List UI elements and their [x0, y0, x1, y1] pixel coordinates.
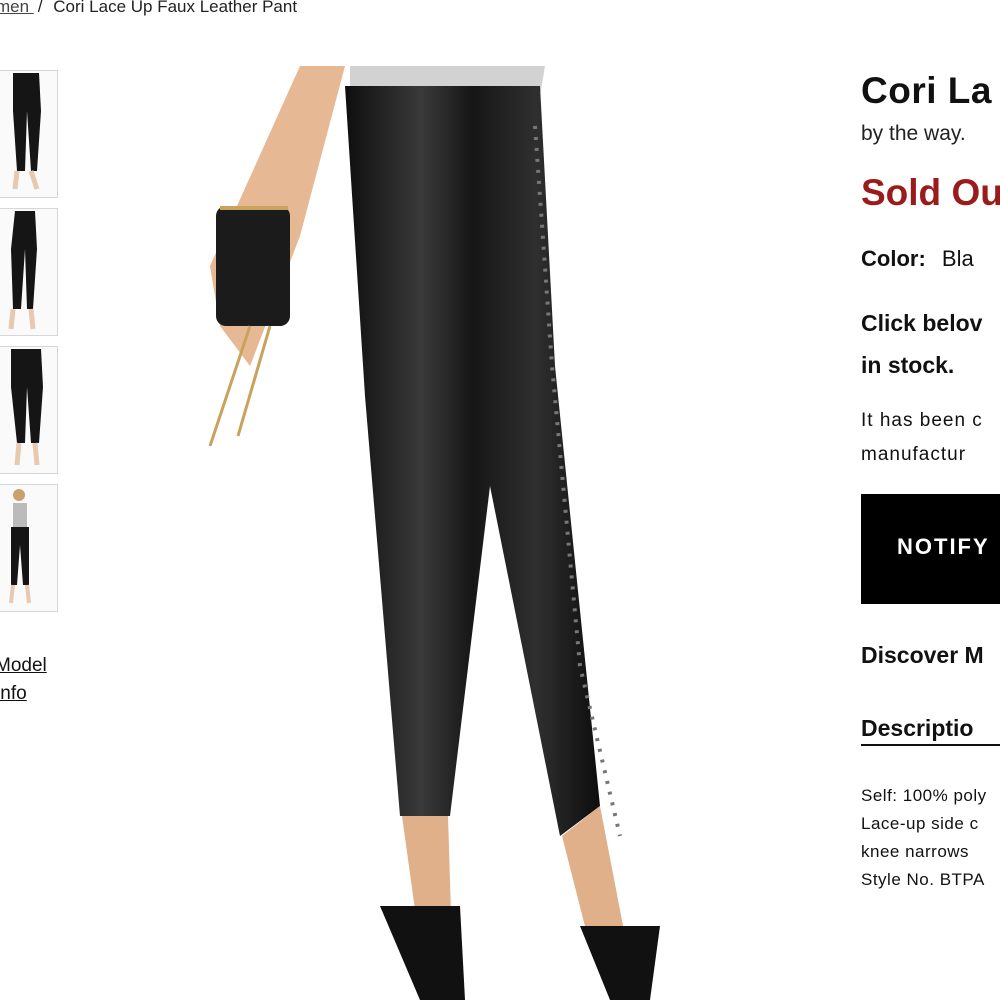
description-line: knee narrows	[861, 842, 970, 861]
stock-prompt: Click belov in stock.	[861, 302, 1000, 386]
color-selection: Color: Bla	[861, 246, 1000, 272]
breadcrumb: men / Cori Lace Up Faux Leather Pant	[0, 0, 297, 17]
pant-front-thumb-image	[12, 73, 41, 190]
tab-description[interactable]: Descriptio	[861, 715, 1000, 746]
model-info-line1[interactable]: Model	[0, 652, 47, 680]
description-line: Lace-up side c	[861, 814, 979, 833]
thumbnail-gallery	[0, 70, 60, 622]
product-details-panel: Cori La by the way. Sold Ou Color: Bla C…	[861, 70, 1000, 894]
breadcrumb-separator: /	[37, 0, 43, 16]
product-title: Cori La	[861, 70, 992, 111]
brand-name[interactable]: by the way.	[861, 122, 1000, 146]
description-text: Self: 100% poly Lace-up side c knee narr…	[861, 782, 1000, 894]
thumbnail-side[interactable]	[0, 208, 58, 336]
notice-line2: manufactur	[861, 444, 967, 465]
color-label: Color:	[861, 246, 926, 271]
model-info-line2[interactable]: Info	[0, 680, 47, 708]
model-full-thumb-image	[9, 489, 31, 604]
pant-side-thumb-image	[8, 211, 37, 330]
sold-out-status: Sold Ou	[861, 172, 1000, 213]
thumbnail-full-length[interactable]	[0, 484, 58, 612]
description-line: Style No. BTPA	[861, 870, 985, 889]
main-product-image[interactable]	[180, 66, 700, 1000]
notify-me-button[interactable]: NOTIFY	[861, 494, 1000, 604]
pant-back-thumb-image	[11, 349, 43, 466]
thumbnail-back[interactable]	[0, 346, 58, 474]
color-value: Bla	[941, 246, 974, 271]
discontinued-notice: It has been c manufactur	[861, 404, 1000, 472]
description-line: Self: 100% poly	[861, 786, 987, 805]
breadcrumb-parent-link[interactable]: men	[0, 0, 34, 16]
breadcrumb-current: Cori Lace Up Faux Leather Pant	[53, 0, 298, 16]
faux-leather-pant-image	[208, 66, 660, 1000]
notice-line1: It has been c	[861, 410, 983, 431]
model-info-link[interactable]: Model Info	[0, 652, 47, 708]
stock-prompt-line2: in stock.	[861, 352, 955, 378]
stock-prompt-line1: Click belov	[861, 310, 983, 336]
thumbnail-front[interactable]	[0, 70, 58, 198]
discover-more-link[interactable]: Discover M	[861, 642, 1000, 669]
